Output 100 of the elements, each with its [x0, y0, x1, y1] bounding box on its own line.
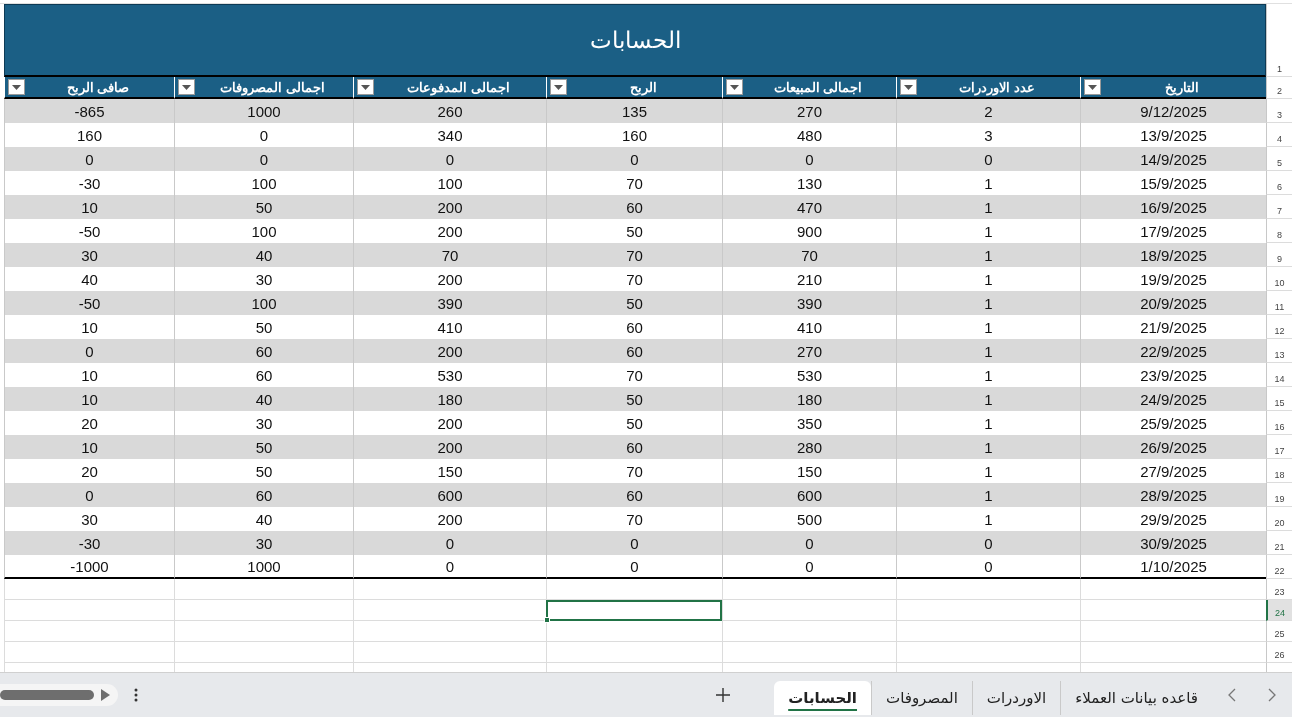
row-number[interactable]: 24 [1266, 600, 1292, 621]
table-cell: 20/9/2025 [1080, 291, 1266, 315]
table-cell: 70 [546, 243, 722, 267]
horizontal-scrollbar[interactable] [0, 689, 112, 701]
row-number[interactable]: 12 [1266, 315, 1292, 339]
empty-cell[interactable] [353, 642, 546, 663]
table-cell: 2 [896, 99, 1080, 123]
table-cell: 270 [722, 339, 896, 363]
empty-cell[interactable] [546, 642, 722, 663]
empty-cell[interactable] [546, 621, 722, 642]
row-number[interactable]: 3 [1266, 99, 1292, 123]
row-number[interactable]: 17 [1266, 435, 1292, 459]
empty-cell[interactable] [896, 600, 1080, 621]
caret-down-icon [12, 84, 21, 90]
table-cell: 24/9/2025 [1080, 387, 1266, 411]
table-cell: -1000 [4, 555, 174, 579]
table-cell: 0 [546, 531, 722, 555]
empty-cell[interactable] [722, 642, 896, 663]
filter-dropdown[interactable] [1084, 79, 1101, 95]
row-number[interactable]: 8 [1266, 219, 1292, 243]
empty-cell[interactable] [174, 642, 353, 663]
sheet-tab[interactable]: الحسابات [774, 681, 871, 715]
empty-cell[interactable] [896, 621, 1080, 642]
row-number[interactable]: 16 [1266, 411, 1292, 435]
caret-down-icon [904, 84, 913, 90]
sheet-tab[interactable]: قاعده بيانات العملاء [1060, 681, 1212, 715]
row-number[interactable]: 6 [1266, 171, 1292, 195]
caret-down-icon [182, 84, 191, 90]
filter-dropdown[interactable] [900, 79, 917, 95]
table-cell: 0 [722, 555, 896, 579]
empty-cell[interactable] [353, 621, 546, 642]
table-cell: 0 [4, 339, 174, 363]
row-number[interactable]: 2 [1266, 77, 1292, 99]
table-cell: 1000 [174, 99, 353, 123]
table-cell: 1 [896, 291, 1080, 315]
table-cell: 50 [546, 387, 722, 411]
column-header-label: اجمالى المبيعات [772, 79, 864, 95]
empty-cell[interactable] [4, 579, 174, 600]
row-number[interactable]: 15 [1266, 387, 1292, 411]
empty-cell[interactable] [722, 600, 896, 621]
table-cell: 0 [896, 555, 1080, 579]
row-number[interactable]: 21 [1266, 531, 1292, 555]
table-cell: 70 [353, 243, 546, 267]
row-number[interactable]: 4 [1266, 123, 1292, 147]
table-cell: 390 [353, 291, 546, 315]
row-number[interactable]: 5 [1266, 147, 1292, 171]
row-number[interactable]: 20 [1266, 507, 1292, 531]
table-cell: 18/9/2025 [1080, 243, 1266, 267]
filter-dropdown[interactable] [550, 79, 567, 95]
empty-cell[interactable] [722, 621, 896, 642]
table-cell: 40 [174, 243, 353, 267]
empty-cell[interactable] [353, 579, 546, 600]
row-number[interactable]: 1 [1266, 4, 1292, 77]
row-number[interactable]: 11 [1266, 291, 1292, 315]
fill-handle[interactable] [544, 617, 550, 623]
table-cell: 28/9/2025 [1080, 483, 1266, 507]
empty-cell[interactable] [174, 579, 353, 600]
table-cell: 60 [546, 435, 722, 459]
empty-cell[interactable] [174, 621, 353, 642]
table-cell: 60 [546, 483, 722, 507]
filter-dropdown[interactable] [178, 79, 195, 95]
column-header-label: صافى الربح [65, 79, 131, 95]
empty-cell[interactable] [353, 600, 546, 621]
empty-cell[interactable] [4, 621, 174, 642]
row-number[interactable]: 19 [1266, 483, 1292, 507]
filter-dropdown[interactable] [357, 79, 374, 95]
row-number[interactable]: 23 [1266, 579, 1292, 600]
selected-cell[interactable] [546, 600, 722, 621]
table-cell: 0 [4, 483, 174, 507]
row-number[interactable]: 10 [1266, 267, 1292, 291]
empty-cell[interactable] [722, 579, 896, 600]
column-header-label: اجمالى المدفوعات [406, 79, 511, 95]
table-cell: 1 [896, 195, 1080, 219]
table-cell: 600 [353, 483, 546, 507]
caret-down-icon [1088, 84, 1097, 90]
row-number[interactable]: 25 [1266, 621, 1292, 642]
row-number[interactable]: 13 [1266, 339, 1292, 363]
row-number[interactable]: 9 [1266, 243, 1292, 267]
empty-cell[interactable] [546, 579, 722, 600]
table-cell: 600 [722, 483, 896, 507]
empty-cell[interactable] [896, 642, 1080, 663]
empty-cell[interactable] [896, 579, 1080, 600]
row-number[interactable]: 18 [1266, 459, 1292, 483]
column-header-label: التاريخ [1164, 79, 1200, 95]
table-cell: 1 [896, 339, 1080, 363]
row-number[interactable]: 14 [1266, 363, 1292, 387]
row-number[interactable]: 7 [1266, 195, 1292, 219]
sheet-tab[interactable]: الاوردرات [971, 681, 1061, 715]
table-cell: 22/9/2025 [1080, 339, 1266, 363]
table-cell: 180 [353, 387, 546, 411]
empty-cell[interactable] [4, 642, 174, 663]
row-number[interactable]: 22 [1266, 555, 1292, 579]
table-cell: 70 [722, 243, 896, 267]
table-cell: 1 [896, 387, 1080, 411]
filter-dropdown[interactable] [8, 79, 25, 95]
row-number[interactable]: 26 [1266, 642, 1292, 663]
empty-cell[interactable] [174, 600, 353, 621]
caret-down-icon [730, 84, 739, 90]
empty-cell[interactable] [4, 600, 174, 621]
filter-dropdown[interactable] [726, 79, 743, 95]
